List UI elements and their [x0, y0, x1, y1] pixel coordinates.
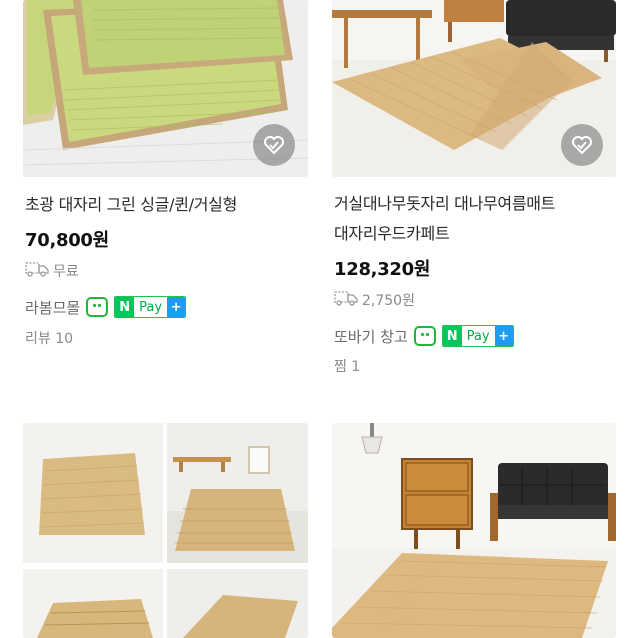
product-title[interactable]: 거실대나무돗자리 대나무여름매트 대자리우드카페트 — [334, 189, 634, 249]
product-card-3[interactable] — [0, 420, 320, 638]
bamboo-mat-sofa-room-photo — [332, 423, 616, 638]
product-image[interactable] — [332, 0, 616, 177]
shipping-fee: 2,750원 — [362, 293, 415, 309]
product-title[interactable]: 초광 대자리 그린 싱글/퀸/거실형 — [25, 190, 315, 220]
shipping-info: 2,750원 — [334, 290, 415, 310]
product-image[interactable] — [23, 423, 308, 638]
pay-label: Pay — [466, 328, 490, 344]
product-card-1[interactable]: 초광 대자리 그린 싱글/퀸/거실형 70,800원 무료 라봄므몰 N Pay… — [0, 0, 320, 400]
shipping-info: 무료 — [25, 261, 79, 281]
naver-n-icon: N — [442, 326, 462, 346]
product-card-4[interactable] — [320, 420, 638, 638]
store-row: 또바기 창고 N Pay + — [334, 325, 514, 347]
store-name[interactable]: 또바기 창고 — [334, 326, 408, 347]
talktalk-icon[interactable] — [413, 326, 436, 346]
product-image[interactable] — [23, 0, 308, 177]
store-row: 라봄므몰 N Pay + — [25, 296, 187, 318]
product-card-2[interactable]: 거실대나무돗자리 대나무여름매트 대자리우드카페트 128,320원 2,750… — [320, 0, 638, 400]
review-count: 리뷰 10 — [25, 331, 74, 347]
truck-icon — [334, 290, 358, 310]
naver-pay-badge: N Pay + — [114, 296, 187, 318]
shipping-fee: 무료 — [53, 264, 79, 280]
wishlist-heart-icon[interactable] — [561, 124, 603, 166]
pay-label: Pay — [139, 299, 163, 315]
naver-pay-badge: N Pay + — [441, 325, 514, 347]
bamboo-mat-collage-photo — [23, 423, 308, 638]
truck-icon — [25, 261, 49, 281]
plus-icon: + — [167, 297, 186, 317]
product-price: 128,320원 — [334, 259, 431, 280]
talktalk-icon[interactable] — [86, 297, 109, 317]
store-name[interactable]: 라봄므몰 — [25, 297, 80, 318]
naver-n-icon: N — [115, 297, 135, 317]
wishlist-heart-icon[interactable] — [253, 124, 295, 166]
product-image[interactable] — [332, 423, 616, 638]
wishlist-count: 찜 1 — [334, 359, 361, 375]
product-price: 70,800원 — [25, 230, 109, 251]
plus-icon: + — [494, 326, 513, 346]
